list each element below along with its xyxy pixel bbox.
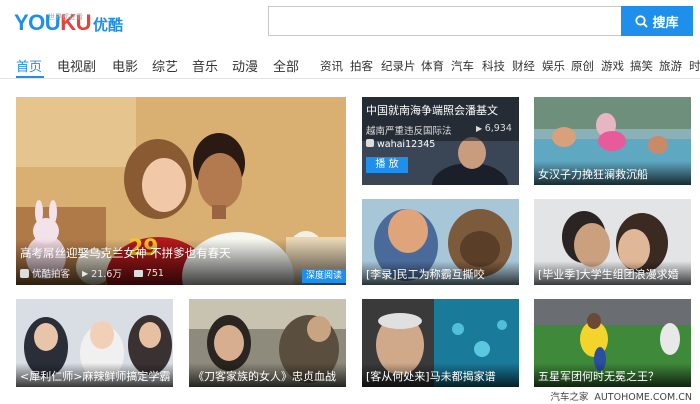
video-title: <犀利仁师>麻辣鲜师搞定学霸 bbox=[16, 363, 173, 387]
hero-video-card[interactable]: 29 高考屌丝迎娶乌克兰女神 不拼爹也有春天 优酷拍客 ▶ 21.6万 751 … bbox=[16, 97, 346, 285]
youku-logo[interactable]: YOUKU 优酷 世界都在看 bbox=[14, 10, 123, 35]
video-title: [毕业季]大学生组团浪漫求婚 bbox=[534, 261, 691, 285]
video-title: 《刀客家族的女人》忠贞血战 bbox=[189, 363, 346, 387]
nav-item-ent[interactable]: 娱乐 bbox=[542, 58, 565, 74]
play-count-icon: ▶ bbox=[82, 268, 89, 278]
video-card[interactable]: [李录]民工为称霸互撕咬 bbox=[362, 199, 519, 285]
hero-caption: 高考屌丝迎娶乌克兰女神 不拼爹也有春天 优酷拍客 ▶ 21.6万 751 bbox=[16, 239, 346, 285]
video-card[interactable]: [客从何处来]马未都揭家谱 bbox=[362, 299, 519, 387]
nav-item-more[interactable]: 时 bbox=[689, 58, 700, 74]
nav-item-variety[interactable]: 综艺 bbox=[152, 56, 178, 75]
news-video-card[interactable]: 中国就南海争端照会潘基文 越南严重违反国际法 ▶ 6,934 wahai1234… bbox=[362, 97, 519, 185]
logo-slogan: 世界都在看 bbox=[48, 13, 83, 21]
nav-item-all[interactable]: 全部 bbox=[273, 56, 299, 75]
search-icon bbox=[635, 14, 649, 28]
nav-active-indicator bbox=[16, 76, 44, 78]
play-count-icon: ▶ bbox=[476, 124, 485, 133]
video-title: [客从何处来]马未都揭家谱 bbox=[362, 363, 519, 387]
hero-meta: 优酷拍客 ▶ 21.6万 751 bbox=[20, 266, 346, 280]
video-title: [李录]民工为称霸互撕咬 bbox=[362, 261, 519, 285]
video-card[interactable]: 五星军团何时无冕之王？ bbox=[534, 299, 691, 387]
search-box bbox=[268, 6, 622, 36]
nav-item-anime[interactable]: 动漫 bbox=[232, 56, 258, 75]
nav-item-funny[interactable]: 搞笑 bbox=[630, 58, 653, 74]
watermark: 汽车之家 AUTOHOME.COM.CN bbox=[550, 392, 692, 403]
nav-item-sports[interactable]: 体育 bbox=[421, 58, 444, 74]
video-title: 女汉子力挽狂澜救沉船 bbox=[534, 161, 691, 185]
nav-divider bbox=[0, 78, 700, 79]
header: YOUKU 优酷 世界都在看 搜库 bbox=[0, 0, 700, 44]
nav-item-documentary[interactable]: 纪录片 bbox=[381, 58, 416, 74]
news-subtitle: 越南严重违反国际法 bbox=[366, 126, 452, 137]
nav-item-tech[interactable]: 科技 bbox=[482, 58, 505, 74]
nav-item-original[interactable]: 原创 bbox=[571, 58, 594, 74]
video-card[interactable]: 女汉子力挽狂澜救沉船 bbox=[534, 97, 691, 185]
user-icon bbox=[366, 139, 374, 147]
video-title: 五星军团何时无冕之王？ bbox=[534, 363, 691, 387]
news-title: 中国就南海争端照会潘基文 bbox=[366, 104, 498, 117]
logo-chinese: 优酷 bbox=[92, 16, 123, 34]
user-icon bbox=[20, 268, 29, 278]
nav-item-finance[interactable]: 财经 bbox=[512, 58, 535, 74]
nav-item-home[interactable]: 首页 bbox=[16, 56, 42, 75]
comment-icon bbox=[133, 269, 143, 277]
search-button[interactable]: 搜库 bbox=[621, 6, 693, 36]
nav-item-news[interactable]: 资讯 bbox=[320, 58, 343, 74]
nav-item-games[interactable]: 游戏 bbox=[601, 58, 624, 74]
nav-item-paike[interactable]: 拍客 bbox=[350, 58, 373, 74]
hero-title: 高考屌丝迎娶乌克兰女神 不拼爹也有春天 bbox=[20, 246, 231, 260]
search-input[interactable] bbox=[269, 7, 622, 35]
video-card[interactable]: [毕业季]大学生组团浪漫求婚 bbox=[534, 199, 691, 285]
nav-item-tv[interactable]: 电视剧 bbox=[57, 56, 96, 75]
hero-comments: 751 bbox=[145, 267, 164, 279]
video-card[interactable]: 《刀客家族的女人》忠贞血战 bbox=[189, 299, 346, 387]
search-button-label: 搜库 bbox=[652, 15, 679, 31]
nav-item-music[interactable]: 音乐 bbox=[192, 56, 218, 75]
channel-nav: 首页 电视剧 电影 综艺 音乐 动漫 全部 资讯 拍客 纪录片 体育 汽车 科技… bbox=[0, 50, 700, 80]
hero-views: 21.6万 bbox=[91, 269, 122, 280]
deep-read-badge[interactable]: 深度阅读 bbox=[302, 269, 346, 283]
hero-channel[interactable]: 优酷拍客 bbox=[32, 266, 70, 280]
nav-item-travel[interactable]: 旅游 bbox=[659, 58, 682, 74]
video-card[interactable]: <犀利仁师>麻辣鲜师搞定学霸 bbox=[16, 299, 173, 387]
news-views: ▶ 6,934 bbox=[476, 123, 512, 134]
news-user: wahai12345 bbox=[366, 139, 435, 150]
play-button[interactable]: 播 放 bbox=[366, 157, 408, 173]
nav-item-movies[interactable]: 电影 bbox=[112, 56, 138, 75]
nav-item-auto[interactable]: 汽车 bbox=[451, 58, 474, 74]
